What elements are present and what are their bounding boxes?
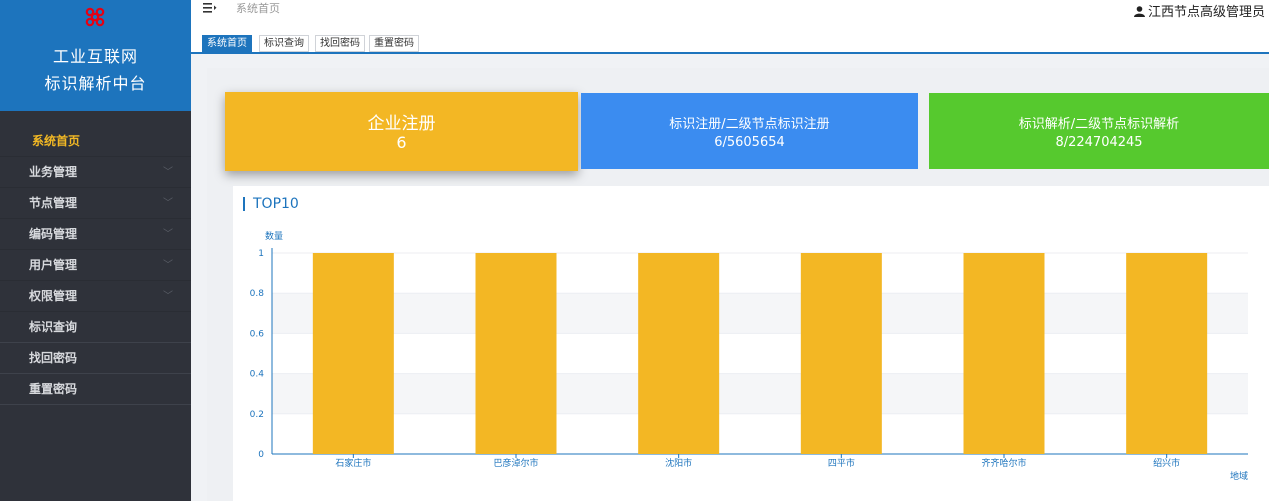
sidebar-item-identifier-query[interactable]: 标识查询 [0, 312, 191, 343]
y-tick-label: 1 [258, 249, 264, 259]
brand-header: 工业互联网 标识解析中台 [0, 0, 191, 111]
identifier-resolution-card[interactable]: 标识解析/二级节点标识解析 8/224704245 [929, 93, 1269, 169]
chevron-down-icon: ﹀ [163, 167, 173, 178]
card-label: 标识注册/二级节点标识注册 [669, 117, 830, 132]
y-axis-label: 数量 [265, 230, 283, 242]
card-label: 标识解析/二级节点标识解析 [1018, 117, 1180, 132]
y-tick-label: 0.4 [250, 370, 265, 380]
top10-bar-chart: 0 0.2 0.4 0.6 0.8 1数量地域 石家庄市 巴彦淖尔市 沈阳市 四平市 齐齐哈尔市 绍兴… [250, 230, 1248, 482]
x-tick-label: 齐齐哈尔市 [981, 457, 1026, 469]
chevron-down-icon: ﹀ [163, 229, 173, 240]
x-tick-label: 巴彦淖尔市 [493, 457, 538, 469]
card-value: 6 [396, 133, 407, 152]
sidebar-item-label: 用户管理 [29, 258, 78, 272]
chevron-down-icon: ﹀ [163, 198, 173, 209]
bar [963, 253, 1045, 454]
china-unicom-knot-icon [85, 7, 105, 27]
sidebar-item-permission[interactable]: 权限管理 ﹀ [0, 281, 191, 312]
bar [312, 253, 394, 454]
sidebar-item-label: 编码管理 [29, 227, 78, 241]
sidebar-item-user[interactable]: 用户管理 ﹀ [0, 250, 191, 281]
card-label: 企业注册 [367, 114, 436, 134]
user-menu[interactable]: 江西节点高级管理员 [1133, 1, 1265, 20]
enterprise-registration-card[interactable]: 企业注册 6 [225, 92, 578, 171]
breadcrumb: 系统首页 [236, 2, 280, 15]
x-tick-label: 绍兴市 [1153, 457, 1180, 469]
y-tick-label: 0 [258, 450, 264, 460]
sidebar-item-node[interactable]: 节点管理 ﹀ [0, 188, 191, 219]
brand-title-line1: 工业互联网 [52, 47, 138, 66]
user-name: 江西节点高级管理员 [1147, 5, 1265, 20]
y-tick-label: 0.2 [250, 410, 264, 420]
grid-band [272, 373, 1248, 414]
sidebar-item-label: 业务管理 [29, 165, 78, 179]
grid-band [272, 253, 1248, 294]
tab-home[interactable]: 系统首页 [202, 35, 252, 52]
bar [800, 253, 882, 454]
sidebar-item-code[interactable]: 编码管理 ﹀ [0, 219, 191, 250]
top-header: 系统首页 江西节点高级管理员 [191, 0, 1269, 24]
card-value: 6/5605654 [714, 135, 785, 150]
menu-toggle-icon[interactable] [203, 2, 217, 14]
sidebar: 工业互联网 标识解析中台 系统首页 业务管理 ﹀ 节点管理 ﹀ 编码管理 ﹀ 用户管理… [0, 0, 191, 501]
x-tick-label: 四平市 [828, 457, 855, 469]
card-value: 8/224704245 [1055, 135, 1143, 150]
grid-band [272, 333, 1248, 374]
bar [1126, 253, 1208, 454]
sidebar-menu: 系统首页 业务管理 ﹀ 节点管理 ﹀ 编码管理 ﹀ 用户管理 ﹀ 权限管理 ﹀ 标识查询 … [0, 126, 191, 405]
bar [638, 253, 720, 454]
x-tick-label: 沈阳市 [665, 457, 692, 469]
bar [475, 253, 557, 454]
identifier-registration-card[interactable]: 标识注册/二级节点标识注册 6/5605654 [581, 93, 918, 169]
y-tick-label: 0.6 [250, 329, 265, 339]
sidebar-item-label: 标识查询 [29, 320, 78, 334]
brand-title-line2: 标识解析中台 [44, 74, 147, 93]
grid-band [272, 413, 1248, 454]
x-tick-label: 石家庄市 [335, 457, 371, 469]
sidebar-item-label: 找回密码 [29, 351, 78, 365]
sidebar-item-recover-password[interactable]: 找回密码 [0, 343, 191, 374]
tab-recover-password[interactable]: 找回密码 [315, 35, 365, 52]
chevron-down-icon: ﹀ [163, 260, 173, 271]
sidebar-item-label: 节点管理 [29, 196, 78, 210]
grid-band [272, 293, 1248, 334]
y-tick-label: 0.8 [250, 289, 265, 299]
tab-identifier-query[interactable]: 标识查询 [259, 35, 309, 52]
tab-bar: 系统首页 标识查询 找回密码 重置密码 [191, 24, 1269, 54]
sidebar-item-home[interactable]: 系统首页 [0, 126, 191, 157]
sidebar-item-label: 系统首页 [32, 134, 81, 148]
x-axis-label: 地域 [1230, 470, 1248, 482]
sidebar-item-reset-password[interactable]: 重置密码 [0, 374, 191, 405]
tab-reset-password[interactable]: 重置密码 [369, 35, 419, 52]
user-icon [1133, 6, 1145, 17]
sidebar-item-label: 权限管理 [29, 289, 78, 303]
chevron-down-icon: ﹀ [163, 291, 173, 302]
sidebar-item-label: 重置密码 [29, 382, 78, 396]
sidebar-item-business[interactable]: 业务管理 ﹀ [0, 157, 191, 188]
